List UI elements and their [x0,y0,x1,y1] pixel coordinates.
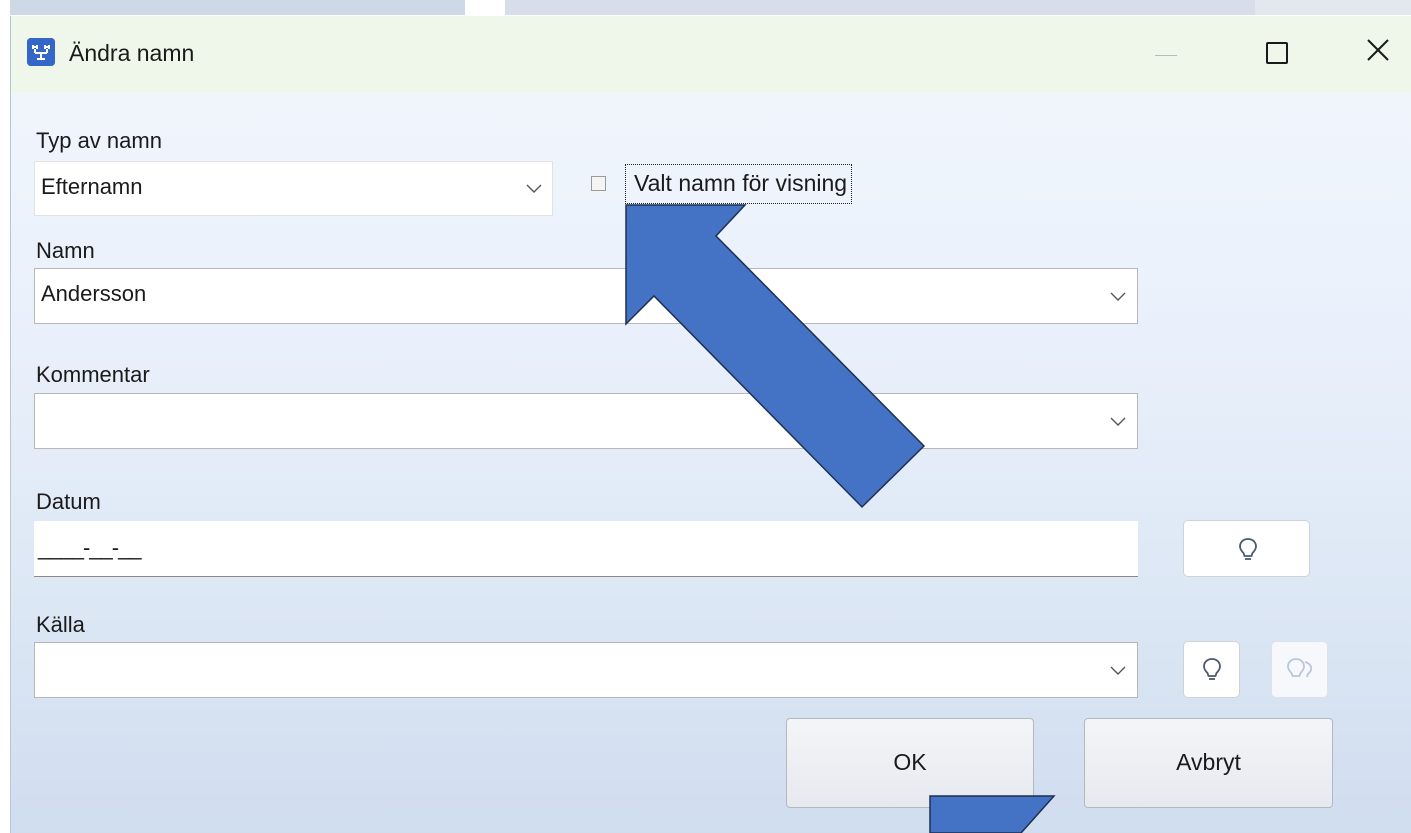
minimize-icon [1155,55,1177,56]
name-type-label: Typ av namn [36,128,162,153]
source-hint-secondary-button[interactable] [1271,641,1328,698]
close-button[interactable] [1346,30,1406,74]
date-input[interactable]: ____-__-__ [34,521,1138,577]
source-label: Källa [36,612,85,637]
maximize-button[interactable] [1244,30,1304,74]
name-type-value: Efternamn [41,174,143,199]
close-icon [1367,39,1389,61]
name-input[interactable]: Andersson [34,268,1138,324]
background-window-edge [1255,0,1411,15]
cancel-button[interactable]: Avbryt [1084,718,1333,808]
app-icon [27,38,55,66]
chevron-down-icon[interactable] [1110,417,1126,427]
lightbulb-icon [1239,538,1257,560]
background-strip [0,0,1411,16]
chevron-down-icon [526,184,542,193]
background-window-edge [505,0,1255,15]
comment-input[interactable] [34,393,1138,449]
date-mask: ____-__-__ [38,535,142,560]
lightbulb-double-icon [1287,658,1313,678]
date-hint-button[interactable] [1183,520,1310,577]
chevron-down-icon[interactable] [1110,292,1126,302]
source-hint-button[interactable] [1183,641,1240,698]
source-input[interactable] [34,642,1138,698]
preferred-name-checkbox[interactable] [591,176,606,191]
background-window-edge [10,0,465,15]
name-type-select[interactable]: Efternamn [34,161,553,216]
name-label: Namn [36,238,95,263]
date-label: Datum [36,489,101,514]
minimize-button[interactable] [1141,30,1201,74]
preferred-name-label[interactable]: Valt namn för visning [625,164,853,204]
comment-label: Kommentar [36,362,150,387]
name-value: Andersson [41,281,147,306]
lightbulb-icon [1203,658,1221,680]
title-bar[interactable]: Ändra namn [11,16,1411,92]
window-title: Ändra namn [69,40,195,66]
ok-button[interactable]: OK [786,718,1034,808]
app-logo-icon [27,38,55,66]
chevron-down-icon[interactable] [1110,666,1126,676]
maximize-icon [1266,42,1288,64]
